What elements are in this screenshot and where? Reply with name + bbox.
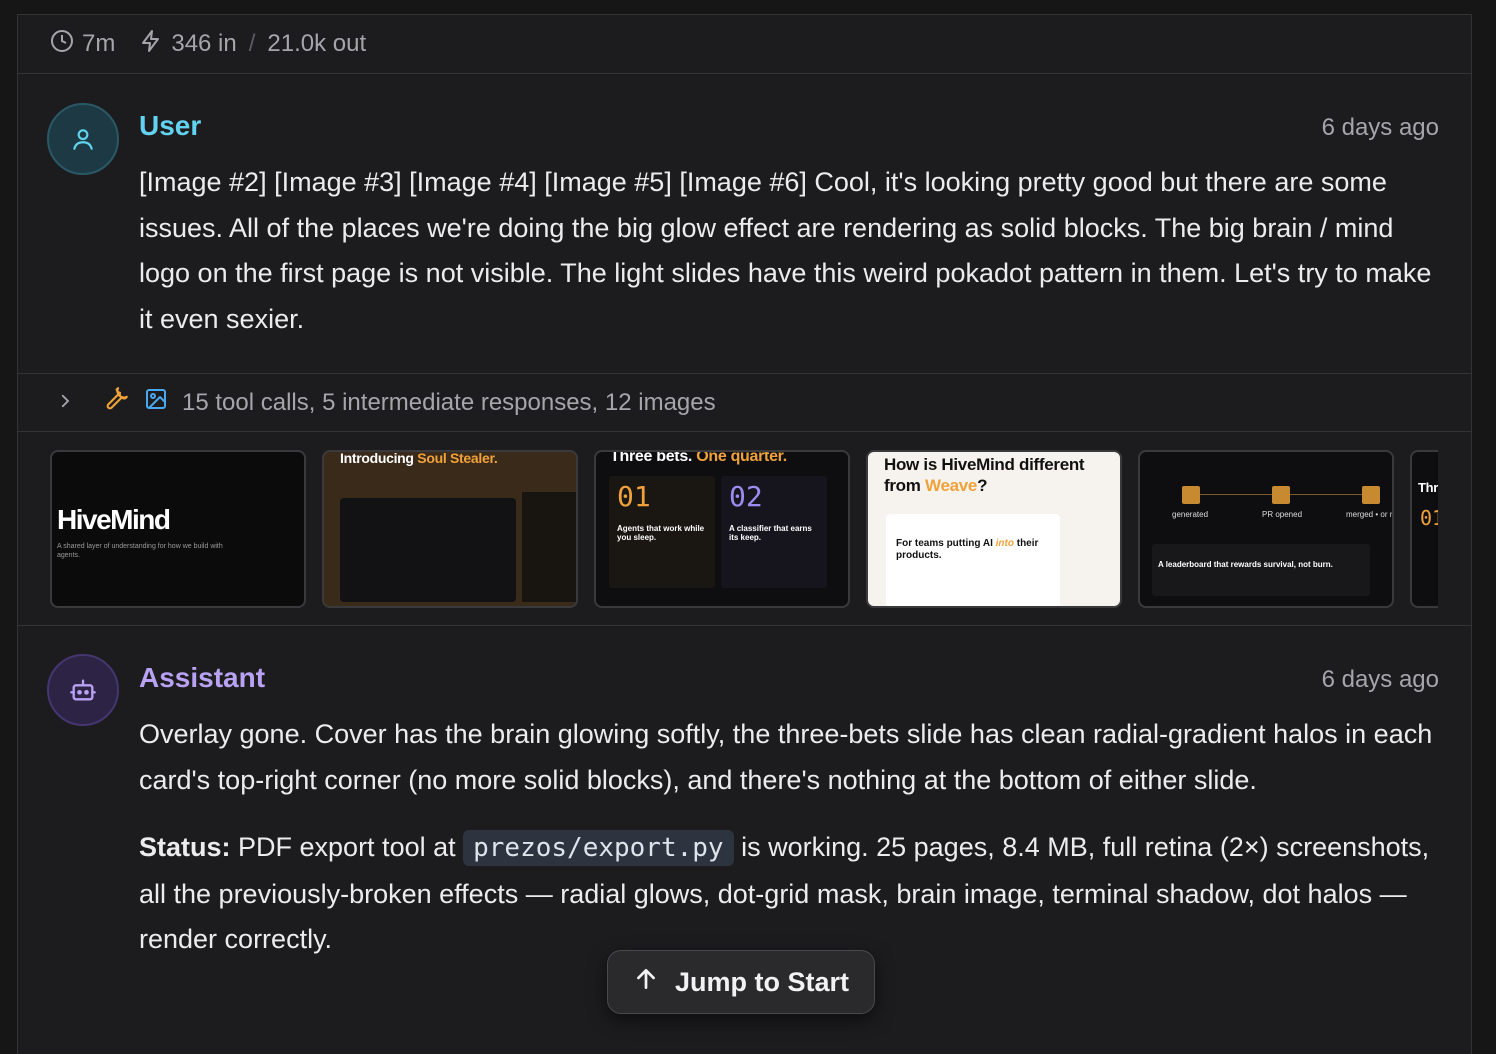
thumb6-title: Thre xyxy=(1418,480,1438,495)
thumb5-step-3: merged • or no xyxy=(1346,510,1394,519)
thumb4-title: How is HiveMind different from Weave? xyxy=(884,454,1114,496)
arrow-up-icon xyxy=(633,966,659,999)
user-message-text: [Image #2] [Image #3] [Image #4] [Image … xyxy=(139,167,1432,334)
assistant-timestamp: 6 days ago xyxy=(1321,666,1439,693)
thumb4-card-text: For teams putting AI into their products… xyxy=(896,538,1056,562)
thumb4-card-text-b: into xyxy=(995,538,1014,549)
image-icon xyxy=(144,387,168,418)
thumb2-title-b: Soul Stealer. xyxy=(417,450,498,466)
thumb3-card2-text: A classifier that earns its keep. xyxy=(729,524,812,542)
tokens-out: 21.0k out xyxy=(267,30,367,57)
thumb4-card: For teams putting AI into their products… xyxy=(886,514,1060,606)
thumb2-title-a: Introducing xyxy=(340,450,418,466)
thumb2-side-panel xyxy=(522,492,576,602)
lightning-icon xyxy=(139,29,163,60)
thumbnail-1[interactable]: HiveMind A shared layer of understanding… xyxy=(50,450,306,608)
thumb5-card-text: A leaderboard that rewards survival, not… xyxy=(1158,560,1333,569)
thumb3-card-1: 01 Agents that work while you sleep. xyxy=(609,476,715,588)
thumbnail-3[interactable]: Three bets. One quarter. 01 Agents that … xyxy=(594,450,850,608)
thumb5-step-1: generated xyxy=(1172,510,1209,519)
thumbnail-5[interactable]: generated PR opened merged • or no A lea… xyxy=(1138,450,1394,608)
thumb3-card1-text: Agents that work while you sleep. xyxy=(617,524,705,542)
user-avatar xyxy=(47,103,119,175)
thumb5-step-2: PR opened xyxy=(1262,510,1303,519)
assistant-message: Assistant 6 days ago Overlay gone. Cover… xyxy=(18,626,1471,963)
chevron-right-icon[interactable] xyxy=(56,389,74,417)
thumbnail-2[interactable]: Introducing Soul Stealer. xyxy=(322,450,578,608)
clock-icon xyxy=(50,29,74,60)
thumb3-title-b: One quarter. xyxy=(696,450,787,465)
duration-value: 7m xyxy=(82,30,116,57)
thumb5-dot-1 xyxy=(1182,486,1200,504)
thumb4-title-b: Weave xyxy=(925,476,978,495)
status-label: Status: xyxy=(139,832,231,862)
thumb5-card: A leaderboard that rewards survival, not… xyxy=(1152,544,1370,596)
export-path-code: prezos/export.py xyxy=(463,830,734,866)
tool-summary-row[interactable]: 15 tool calls, 5 intermediate responses,… xyxy=(18,374,1471,432)
stats-bar: 7m 346 in / 21.0k out xyxy=(18,15,1471,74)
thumb3-card2-num: 02 xyxy=(729,480,763,513)
thumb3-card-2: 02 A classifier that earns its keep. xyxy=(721,476,827,588)
jump-to-start-label: Jump to Start xyxy=(674,966,849,997)
duration-stat: 7m xyxy=(50,29,115,60)
thumb1-title: HiveMind xyxy=(57,504,171,535)
thumb5-dot-2 xyxy=(1272,486,1290,504)
thumb1-subtitle: A shared layer of understanding for how … xyxy=(57,543,223,559)
user-icon xyxy=(73,129,93,150)
thumb2-terminal xyxy=(340,498,516,602)
thumb6-num: 01 xyxy=(1420,506,1438,530)
thumb3-title-a: Three bets. xyxy=(610,450,697,465)
user-role-label: User xyxy=(139,110,202,141)
assistant-role-label: Assistant xyxy=(139,662,266,693)
tool-summary-text: 15 tool calls, 5 intermediate responses,… xyxy=(182,388,716,416)
status-pre: PDF export tool at xyxy=(230,832,464,862)
assistant-paragraph-1: Overlay gone. Cover has the brain glowin… xyxy=(139,719,1433,795)
assistant-paragraph-2: Status: PDF export tool at prezos/export… xyxy=(139,825,1439,963)
user-timestamp: 6 days ago xyxy=(1321,114,1439,141)
thumb4-card-text-a: For teams putting AI xyxy=(896,538,996,549)
thumb5-dot-3 xyxy=(1362,486,1380,504)
conversation-panel: 7m 346 in / 21.0k out User 6 days ago [I… xyxy=(17,14,1472,1054)
thumbnail-6[interactable]: Thre 01 xyxy=(1410,450,1438,608)
wrench-icon xyxy=(104,386,130,419)
thumb4-title-c: ? xyxy=(977,476,988,495)
thumbnail-4[interactable]: How is HiveMind different from Weave? Fo… xyxy=(866,450,1122,608)
token-stat: 346 in / 21.0k out xyxy=(139,29,366,60)
thumb3-card1-num: 01 xyxy=(617,480,651,513)
jump-to-start-button[interactable]: Jump to Start xyxy=(607,950,875,1014)
assistant-message-text: Overlay gone. Cover has the brain glowin… xyxy=(139,712,1439,963)
bot-icon xyxy=(70,679,96,701)
user-message: User 6 days ago [Image #2] [Image #3] [I… xyxy=(18,74,1471,374)
thumb2-title: Introducing Soul Stealer. xyxy=(340,450,498,466)
tokens-in: 346 in xyxy=(171,30,237,57)
thumb3-title: Three bets. One quarter. xyxy=(610,450,787,466)
image-thumbnail-strip: HiveMind A shared layer of understanding… xyxy=(18,432,1471,626)
assistant-avatar xyxy=(47,654,119,726)
token-separator: / xyxy=(248,30,256,57)
